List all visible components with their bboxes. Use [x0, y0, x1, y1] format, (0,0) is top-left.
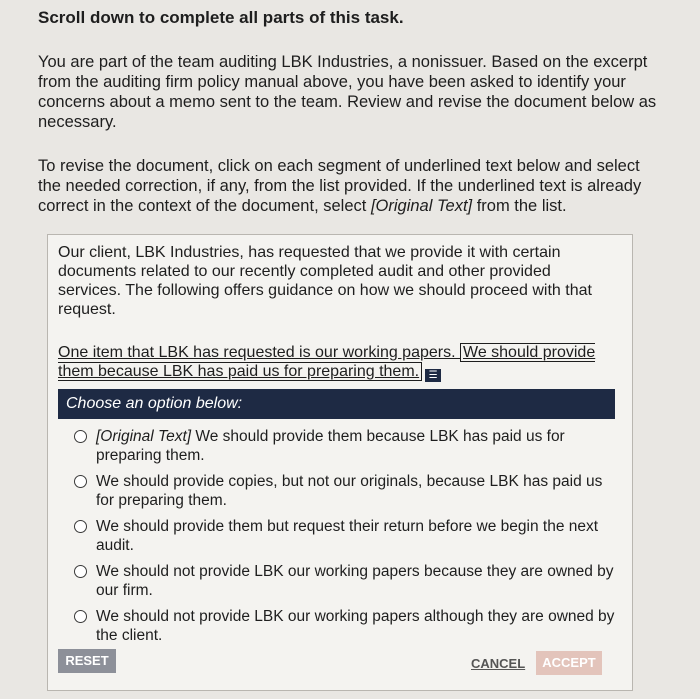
memo-paragraph-2: One item that LBK has requested is our w…: [58, 343, 618, 382]
radio-button[interactable]: [74, 520, 87, 533]
memo-text-start: One item that LBK has requested is our w…: [58, 344, 460, 361]
radio-button[interactable]: [74, 430, 87, 443]
dropdown-header: Choose an option below:: [58, 389, 615, 419]
cancel-button[interactable]: CANCEL: [471, 656, 525, 671]
task-heading: Scroll down to complete all parts of thi…: [38, 8, 404, 27]
instructions-paragraph: You are part of the team auditing LBK In…: [38, 53, 657, 131]
original-text-label: [Original Text]: [370, 197, 473, 215]
radio-button[interactable]: [74, 565, 87, 578]
revise-instructions: To revise the document, click on each se…: [38, 156, 658, 216]
option-label: We should provide them but request their…: [96, 518, 599, 554]
option-prefix: [Original Text]: [96, 428, 192, 445]
radio-button[interactable]: [74, 610, 87, 623]
radio-button[interactable]: [74, 475, 87, 488]
memo-document: Our client, LBK Industries, has requeste…: [47, 234, 633, 691]
list-edit-icon[interactable]: ☰: [425, 369, 442, 382]
options-dropdown: Choose an option below: [Original Text] …: [58, 389, 615, 674]
revise-text-end: from the list.: [472, 197, 567, 215]
option-label: We should not provide LBK our working pa…: [96, 563, 614, 599]
option-label: We should not provide LBK our working pa…: [96, 608, 615, 644]
option-label: We should provide copies, but not our or…: [96, 473, 603, 509]
option-request-return[interactable]: We should provide them but request their…: [58, 517, 615, 555]
option-provide-copies[interactable]: We should provide copies, but not our or…: [58, 472, 615, 510]
task-page: Scroll down to complete all parts of thi…: [0, 0, 700, 699]
option-owned-by-firm[interactable]: We should not provide LBK our working pa…: [58, 562, 615, 600]
option-original-text[interactable]: [Original Text] We should provide them b…: [58, 427, 615, 465]
option-owned-by-client[interactable]: We should not provide LBK our working pa…: [58, 607, 615, 645]
reset-button[interactable]: RESET: [58, 649, 116, 673]
memo-paragraph-1: Our client, LBK Industries, has requeste…: [58, 244, 592, 318]
accept-button[interactable]: ACCEPT: [536, 651, 602, 675]
options-list: [Original Text] We should provide them b…: [58, 427, 615, 652]
